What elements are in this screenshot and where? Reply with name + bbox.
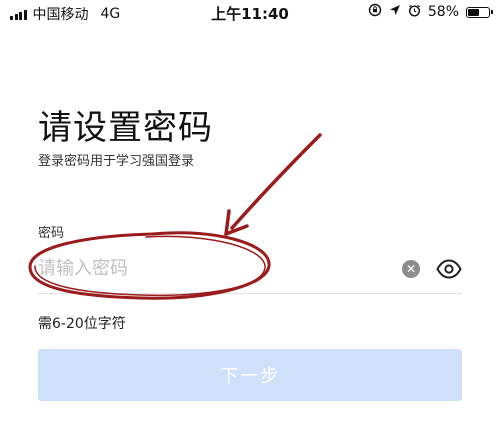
battery-fill [468, 8, 479, 16]
battery-percent: 58% [427, 4, 459, 20]
lock-rotation-icon [368, 3, 382, 21]
password-input[interactable] [38, 252, 378, 284]
clear-icon[interactable]: ✕ [402, 260, 420, 278]
status-right: 58% [368, 3, 493, 21]
battery-icon [466, 6, 493, 18]
next-button[interactable]: 下一步 [38, 349, 462, 401]
alarm-icon [408, 4, 421, 21]
eye-icon[interactable] [436, 258, 462, 280]
page-subtitle: 登录密码用于学习强国登录 [38, 154, 195, 169]
status-bar: 中国移动 4G 上午11:40 58% [0, 0, 500, 26]
annotation-arrow [224, 133, 322, 236]
password-label: 密码 [38, 226, 65, 241]
input-underline [38, 293, 462, 294]
password-hint: 需6-20位字符 [38, 316, 126, 332]
page-title: 请设置密码 [38, 108, 213, 148]
location-icon [389, 4, 401, 20]
